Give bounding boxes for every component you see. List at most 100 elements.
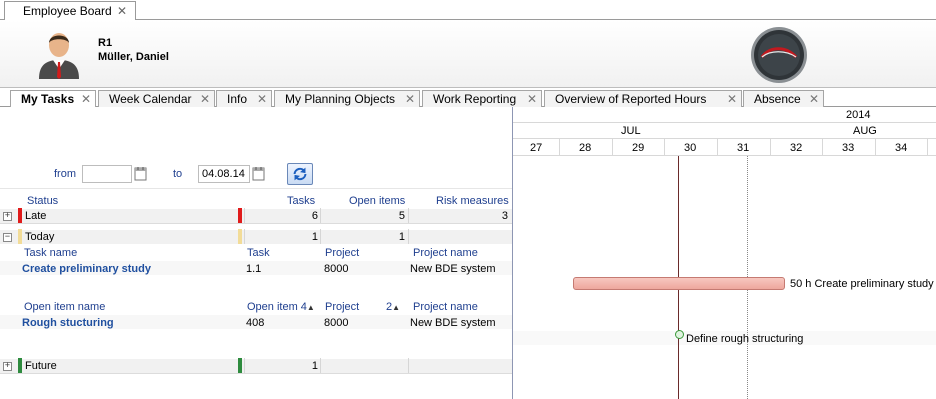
calendar-icon[interactable] <box>134 166 147 181</box>
gantt-month-row: JUL AUG <box>513 123 936 139</box>
column-divider <box>244 358 245 373</box>
tasks-column-header[interactable]: Tasks <box>287 195 315 207</box>
today-open-items-count: 1 <box>398 231 405 243</box>
gantt-month: JUL <box>621 125 641 137</box>
gantt-week: 32 <box>790 142 803 154</box>
tab-info[interactable]: Info ✕ <box>216 90 272 107</box>
gantt-week-divider <box>927 139 928 156</box>
expand-icon[interactable]: + <box>3 362 12 371</box>
column-divider <box>320 358 321 373</box>
gantt-week-divider <box>612 139 613 156</box>
gantt-week: 29 <box>632 142 645 154</box>
close-icon[interactable]: ✕ <box>727 92 737 106</box>
open-items-column-header[interactable]: Open items <box>349 195 405 207</box>
gantt-task-bar[interactable] <box>573 277 785 290</box>
to-label: to <box>173 168 183 180</box>
gantt-chart: 2014 JUL AUG 27 28 29 30 31 32 33 34 50 … <box>513 107 936 399</box>
from-label: from <box>54 168 76 180</box>
expand-icon[interactable]: + <box>3 212 12 221</box>
status-color-late <box>238 208 242 223</box>
row-divider <box>0 223 512 224</box>
task-list-panel: from to 04.08.14 Status Tasks Open items… <box>0 107 512 399</box>
status-color-late <box>18 208 22 223</box>
task-project: 8000 <box>324 263 349 275</box>
task-number: 1.1 <box>246 263 262 275</box>
open-item-name-link[interactable]: Rough stucturing <box>22 317 114 329</box>
task-name-header[interactable]: Task name <box>24 247 77 259</box>
employee-header: R1 Müller, Daniel <box>0 20 936 88</box>
open-item-project-name: New BDE system <box>410 317 496 329</box>
risk-measures-column-header[interactable]: Risk measures <box>436 195 509 207</box>
column-divider <box>320 208 321 223</box>
view-tab-bar: My Tasks ✕ Week Calendar ✕ Info ✕ My Planni… <box>0 88 936 108</box>
gantt-year: 2014 <box>846 109 871 121</box>
tab-label: Overview of Reported Hours <box>555 92 707 106</box>
open-item-project-name-header[interactable]: Project name <box>413 301 478 313</box>
late-tasks-count: 6 <box>311 210 318 222</box>
group-row-future[interactable] <box>0 359 512 373</box>
status-color-future <box>238 358 242 373</box>
group-label-today: Today <box>25 231 55 243</box>
close-icon[interactable]: ✕ <box>81 92 91 106</box>
column-divider <box>320 229 321 244</box>
project-header[interactable]: Project <box>325 247 359 259</box>
close-icon[interactable]: ✕ <box>117 4 127 18</box>
future-tasks-count: 1 <box>311 360 318 372</box>
tab-week-calendar[interactable]: Week Calendar ✕ <box>98 90 215 107</box>
status-color-future <box>18 358 22 373</box>
tab-overview-of-reported-hours[interactable]: Overview of Reported Hours ✕ <box>544 90 742 107</box>
gantt-milestone-icon[interactable] <box>675 330 684 339</box>
document-tab-bar: Employee Board ✕ <box>0 0 936 21</box>
group-row-today[interactable] <box>0 230 512 244</box>
gantt-week-divider <box>717 139 718 156</box>
gantt-week: 34 <box>895 142 908 154</box>
late-open-items-count: 5 <box>398 210 405 222</box>
refresh-button[interactable] <box>287 163 313 185</box>
sort-ascending-icon: ▲ <box>306 303 315 312</box>
gantt-milestone-label: Define rough structuring <box>686 333 804 345</box>
task-name-link[interactable]: Create preliminary study <box>22 263 151 275</box>
tab-label: Info <box>227 92 248 106</box>
gantt-week-divider <box>770 139 771 156</box>
tab-work-reporting[interactable]: Work Reporting ✕ <box>422 90 542 107</box>
from-date-input[interactable] <box>82 165 132 183</box>
column-divider <box>244 229 245 244</box>
user-avatar-icon <box>39 33 79 79</box>
project-name-header[interactable]: Project name <box>413 247 478 259</box>
tab-label: Absence <box>754 92 801 106</box>
status-color-today <box>238 229 242 244</box>
sort-order-indicator[interactable]: 2▲ <box>386 301 400 313</box>
open-item-header-label: Open item 4 <box>247 301 307 313</box>
task-project-name: New BDE system <box>410 263 496 275</box>
tab-my-planning-objects[interactable]: My Planning Objects ✕ <box>274 90 420 107</box>
status-color-today <box>18 229 22 244</box>
tab-label: Work Reporting <box>433 92 517 106</box>
document-tab-employee-board[interactable]: Employee Board ✕ <box>4 1 136 21</box>
document-tab-label: Employee Board <box>23 4 112 18</box>
today-tasks-count: 1 <box>311 231 318 243</box>
calendar-icon[interactable] <box>252 166 265 181</box>
tab-label: My Planning Objects <box>285 92 396 106</box>
column-divider <box>408 229 409 244</box>
gantt-week: 33 <box>842 142 855 154</box>
open-item-name-header[interactable]: Open item name <box>24 301 105 313</box>
to-date-input[interactable]: 04.08.14 <box>198 165 250 183</box>
collapse-icon[interactable]: − <box>3 233 12 242</box>
open-item-number: 408 <box>246 317 265 329</box>
gantt-week-divider <box>875 139 876 156</box>
tab-label: My Tasks <box>21 92 75 106</box>
tab-label: Week Calendar <box>109 92 192 106</box>
open-item-project-header[interactable]: Project <box>325 301 359 313</box>
tab-absence[interactable]: Absence ✕ <box>743 90 824 107</box>
open-item-header[interactable]: Open item 4▲ <box>247 301 315 313</box>
gantt-week-divider <box>822 139 823 156</box>
close-icon[interactable]: ✕ <box>257 92 267 106</box>
close-icon[interactable]: ✕ <box>527 92 537 106</box>
tab-my-tasks[interactable]: My Tasks ✕ <box>10 90 96 108</box>
task-header[interactable]: Task <box>247 247 270 259</box>
close-icon[interactable]: ✕ <box>200 92 210 106</box>
close-icon[interactable]: ✕ <box>405 92 415 106</box>
close-icon[interactable]: ✕ <box>809 92 819 106</box>
status-column-header[interactable]: Status <box>27 195 58 207</box>
open-item-project: 8000 <box>324 317 349 329</box>
